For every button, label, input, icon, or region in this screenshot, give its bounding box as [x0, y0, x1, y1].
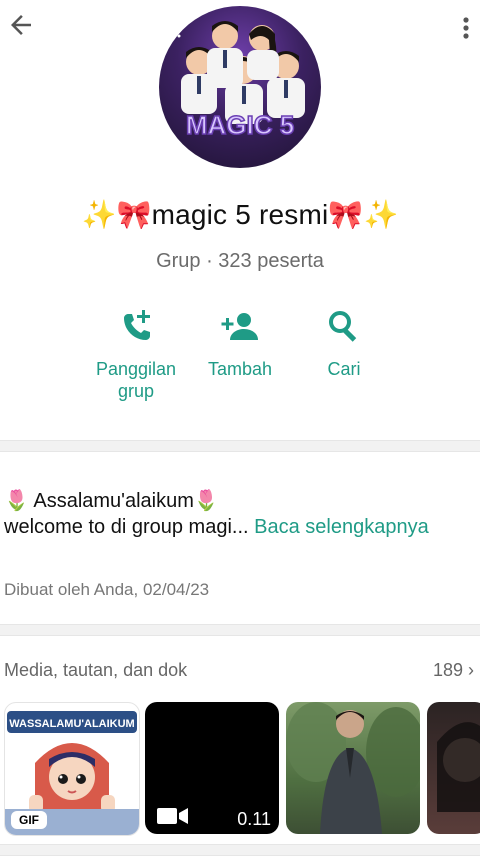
- group-avatar[interactable]: MAGIC 5: [159, 6, 321, 168]
- description-text: 🌷 Assalamu'alaikum🌷 welcome to di group …: [4, 490, 249, 538]
- media-thumb-gif[interactable]: WASSALAMU'ALAIKUM GIF: [4, 702, 140, 836]
- video-duration: 0.11: [237, 809, 271, 829]
- call-group-label: Panggilan grup: [95, 359, 177, 401]
- add-member-label: Tambah: [207, 359, 273, 379]
- video-icon: [157, 808, 188, 824]
- gif-badge: GIF: [11, 811, 47, 829]
- photo-image: [286, 702, 420, 834]
- call-add-icon: [124, 310, 150, 340]
- media-section-title[interactable]: Media, tautan, dan dok: [4, 660, 187, 681]
- avatar-illustration: MAGIC 5: [177, 21, 305, 141]
- person-add-icon: [221, 313, 258, 340]
- read-more-link[interactable]: Baca selengkapnya: [254, 516, 429, 538]
- svg-text:MAGIC 5: MAGIC 5: [186, 110, 294, 140]
- more-vert-icon[interactable]: [454, 12, 478, 44]
- divider-2: [0, 624, 480, 636]
- add-member-button[interactable]: Tambah: [198, 306, 282, 380]
- group-meta: Grup · 323 peserta: [156, 250, 324, 272]
- divider-1: [0, 440, 480, 452]
- divider-3: [0, 844, 480, 856]
- svg-text:WASSALAMU'ALAIKUM: WASSALAMU'ALAIKUM: [9, 718, 134, 730]
- media-thumb-photo[interactable]: [286, 702, 420, 834]
- call-group-button[interactable]: Panggilan grup: [90, 306, 182, 402]
- search-button[interactable]: Cari: [306, 306, 382, 380]
- group-description[interactable]: 🌷 Assalamu'alaikum🌷 welcome to di group …: [4, 488, 474, 540]
- media-count[interactable]: 189 ›: [433, 660, 474, 681]
- back-arrow-icon[interactable]: [6, 10, 36, 40]
- media-thumb-photo-2[interactable]: [427, 702, 480, 834]
- created-info: Dibuat oleh Anda, 02/04/23: [4, 580, 210, 599]
- media-thumb-video[interactable]: 0.11: [145, 702, 279, 834]
- search-label: Cari: [327, 359, 361, 379]
- group-name: ✨🎀magic 5 resmi🎀✨: [81, 199, 399, 230]
- search-icon: [329, 311, 357, 342]
- photo-image-2: [437, 722, 480, 812]
